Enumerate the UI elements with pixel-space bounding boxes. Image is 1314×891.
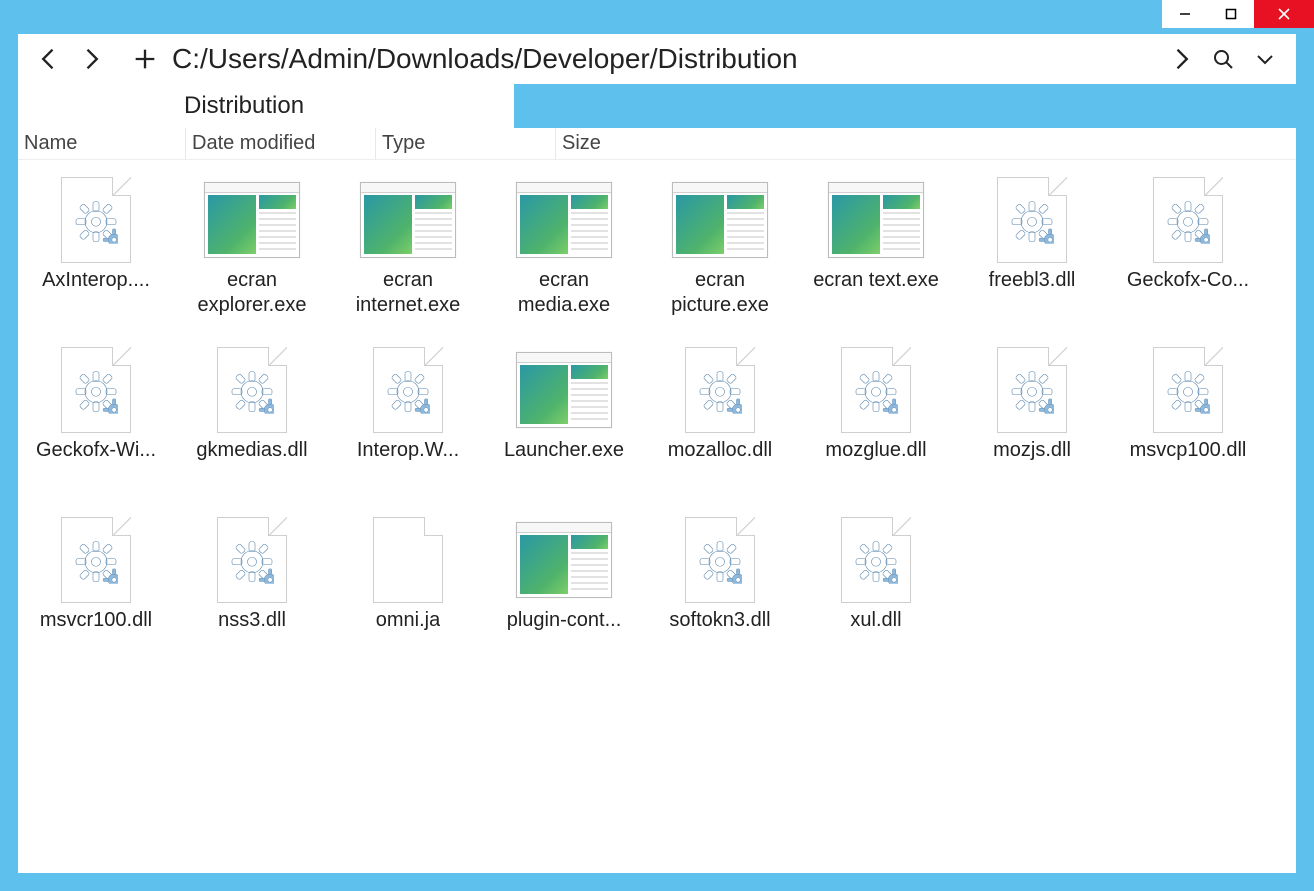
file-label: softokn3.dll [669, 608, 770, 633]
file-label: Geckofx-Co... [1127, 268, 1249, 293]
dll-icon [982, 172, 1082, 268]
content-area: NameDate modifiedTypeSize AxInterop.... e… [18, 128, 1296, 873]
file-item[interactable]: ecran picture.exe [646, 166, 794, 336]
file-label: Launcher.exe [504, 438, 624, 463]
file-item[interactable]: plugin-cont... [490, 506, 638, 676]
dll-icon [670, 512, 770, 608]
file-item[interactable]: gkmedias.dll [178, 336, 326, 506]
file-item[interactable]: msvcp100.dll [1114, 336, 1262, 506]
close-button[interactable] [1254, 0, 1314, 28]
file-label: mozglue.dll [825, 438, 926, 463]
dll-icon [670, 342, 770, 438]
file-label: Interop.W... [357, 438, 459, 463]
file-item[interactable]: nss3.dll [178, 506, 326, 676]
file-label: msvcp100.dll [1130, 438, 1247, 463]
dll-icon [46, 342, 146, 438]
file-label: xul.dll [850, 608, 901, 633]
file-explorer-window: C:/Users/Admin/Downloads/Developer/Distr… [0, 0, 1314, 891]
tab-strip: Distribution [18, 84, 1296, 128]
column-header-size[interactable]: Size [556, 128, 1256, 159]
column-headers: NameDate modifiedTypeSize [18, 128, 1296, 160]
app-window-icon [670, 172, 770, 268]
app-window-icon [514, 172, 614, 268]
search-button[interactable] [1202, 38, 1244, 80]
app-window-icon [826, 172, 926, 268]
app-window-icon [202, 172, 302, 268]
file-label: ecran internet.exe [338, 268, 478, 318]
forward-button[interactable] [70, 38, 112, 80]
dll-icon [46, 172, 146, 268]
file-item[interactable]: Geckofx-Wi... [22, 336, 170, 506]
file-item[interactable]: msvcr100.dll [22, 506, 170, 676]
dll-icon [202, 512, 302, 608]
file-item[interactable]: ecran internet.exe [334, 166, 482, 336]
dll-icon [358, 342, 458, 438]
dll-icon [982, 342, 1082, 438]
app-window-icon [514, 342, 614, 438]
titlebar [0, 0, 1314, 34]
back-button[interactable] [28, 38, 70, 80]
file-grid: AxInterop.... ecran explorer.exe ecran int… [18, 160, 1296, 873]
file-label: msvcr100.dll [40, 608, 152, 633]
file-item[interactable]: mozalloc.dll [646, 336, 794, 506]
column-header-type[interactable]: Type [376, 128, 556, 159]
maximize-button[interactable] [1208, 0, 1254, 28]
file-item[interactable]: ecran media.exe [490, 166, 638, 336]
file-item[interactable]: mozglue.dll [802, 336, 950, 506]
file-item[interactable]: softokn3.dll [646, 506, 794, 676]
file-label: freebl3.dll [989, 268, 1076, 293]
navigation-bar: C:/Users/Admin/Downloads/Developer/Distr… [18, 34, 1296, 84]
file-label: mozjs.dll [993, 438, 1071, 463]
app-window-icon [358, 172, 458, 268]
window-controls [1162, 0, 1314, 28]
file-item[interactable]: ecran text.exe [802, 166, 950, 336]
file-item[interactable]: Geckofx-Co... [1114, 166, 1262, 336]
file-item[interactable]: freebl3.dll [958, 166, 1106, 336]
column-header-name[interactable]: Name [18, 128, 186, 159]
app-window-icon [514, 512, 614, 608]
dll-icon [826, 342, 926, 438]
file-item[interactable]: Launcher.exe [490, 336, 638, 506]
file-item[interactable]: Interop.W... [334, 336, 482, 506]
file-label: nss3.dll [218, 608, 286, 633]
new-tab-button[interactable] [124, 38, 166, 80]
file-label: ecran explorer.exe [182, 268, 322, 318]
file-label: mozalloc.dll [668, 438, 772, 463]
file-label: omni.ja [376, 608, 440, 633]
dll-icon [202, 342, 302, 438]
file-icon [358, 512, 458, 608]
file-item[interactable]: AxInterop.... [22, 166, 170, 336]
file-label: ecran picture.exe [650, 268, 790, 318]
column-header-date-modified[interactable]: Date modified [186, 128, 376, 159]
file-label: gkmedias.dll [196, 438, 307, 463]
file-item[interactable]: ecran explorer.exe [178, 166, 326, 336]
tab-distribution[interactable]: Distribution [18, 84, 514, 128]
file-item[interactable]: omni.ja [334, 506, 482, 676]
file-label: ecran text.exe [813, 268, 939, 293]
dll-icon [1138, 342, 1238, 438]
file-label: Geckofx-Wi... [36, 438, 156, 463]
dll-icon [1138, 172, 1238, 268]
dll-icon [46, 512, 146, 608]
file-item[interactable]: mozjs.dll [958, 336, 1106, 506]
file-label: AxInterop.... [42, 268, 150, 293]
file-item[interactable]: xul.dll [802, 506, 950, 676]
minimize-button[interactable] [1162, 0, 1208, 28]
more-options-button[interactable] [1244, 38, 1286, 80]
address-bar[interactable]: C:/Users/Admin/Downloads/Developer/Distr… [166, 43, 1160, 75]
file-label: ecran media.exe [494, 268, 634, 318]
dll-icon [826, 512, 926, 608]
go-button[interactable] [1160, 38, 1202, 80]
file-label: plugin-cont... [507, 608, 622, 633]
